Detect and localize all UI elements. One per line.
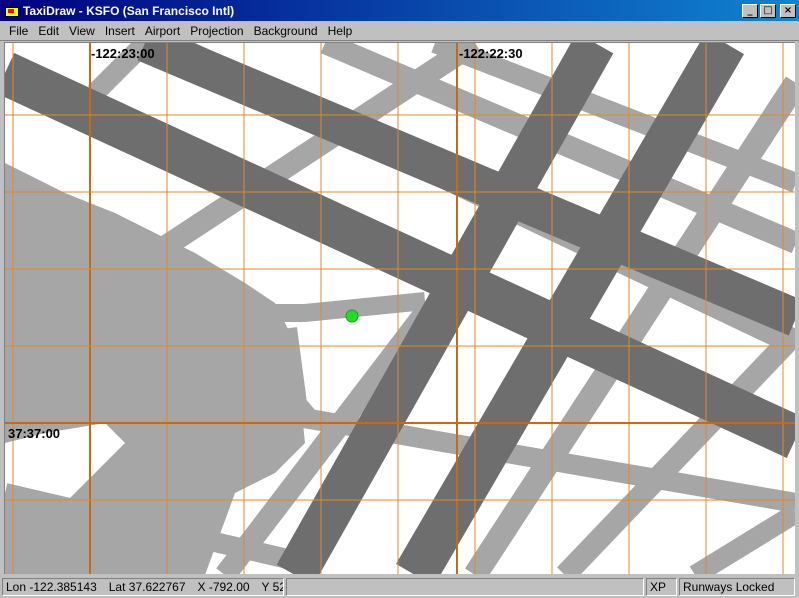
menu-bar: File Edit View Insert Airport Projection…	[0, 22, 799, 41]
close-button[interactable]: ×	[780, 3, 796, 18]
status-lat: Lat 37.622767	[108, 580, 186, 594]
lon-label-left: -122:23:00	[91, 46, 155, 61]
lon-label-right: -122:22:30	[459, 46, 523, 61]
menu-file[interactable]: File	[4, 23, 33, 40]
taxidraw-app-icon[interactable]	[3, 3, 19, 19]
menu-background[interactable]: Background	[249, 23, 323, 40]
taxiway-segment[interactable]	[689, 504, 795, 574]
menu-edit[interactable]: Edit	[33, 23, 64, 40]
status-y: Y 520.0(	[261, 580, 283, 594]
minimize-button[interactable]: _	[742, 3, 758, 18]
menu-view[interactable]: View	[64, 23, 100, 40]
airport-map[interactable]	[5, 43, 795, 574]
menu-help[interactable]: Help	[323, 23, 358, 40]
menu-airport[interactable]: Airport	[140, 23, 185, 40]
window-title: TaxiDraw - KSFO (San Francisco Intl)	[23, 3, 235, 18]
status-lon: Lon -122.385143	[6, 580, 97, 594]
selection-point-icon[interactable]	[345, 309, 359, 323]
status-message	[286, 578, 644, 596]
window-controls: _ □ ×	[742, 3, 796, 18]
menu-projection[interactable]: Projection	[185, 23, 248, 40]
map-canvas[interactable]: -122:23:00 -122:22:30 37:37:00	[4, 42, 795, 574]
title-bar: TaxiDraw - KSFO (San Francisco Intl) _ □…	[0, 0, 799, 22]
status-x: X -792.00	[197, 580, 250, 594]
taxiway-connector[interactable]	[283, 327, 316, 420]
lat-label: 37:37:00	[8, 426, 61, 441]
status-mode: XP	[646, 578, 677, 596]
menu-insert[interactable]: Insert	[100, 23, 140, 40]
maximize-button[interactable]: □	[760, 3, 776, 18]
status-coords: Lon -122.385143 Lat 37.622767 X -792.00 Y 5…	[2, 578, 284, 596]
status-bar: Lon -122.385143 Lat 37.622767 X -792.00 Y 5…	[0, 576, 799, 598]
status-runways: Runways Locked	[679, 578, 795, 596]
